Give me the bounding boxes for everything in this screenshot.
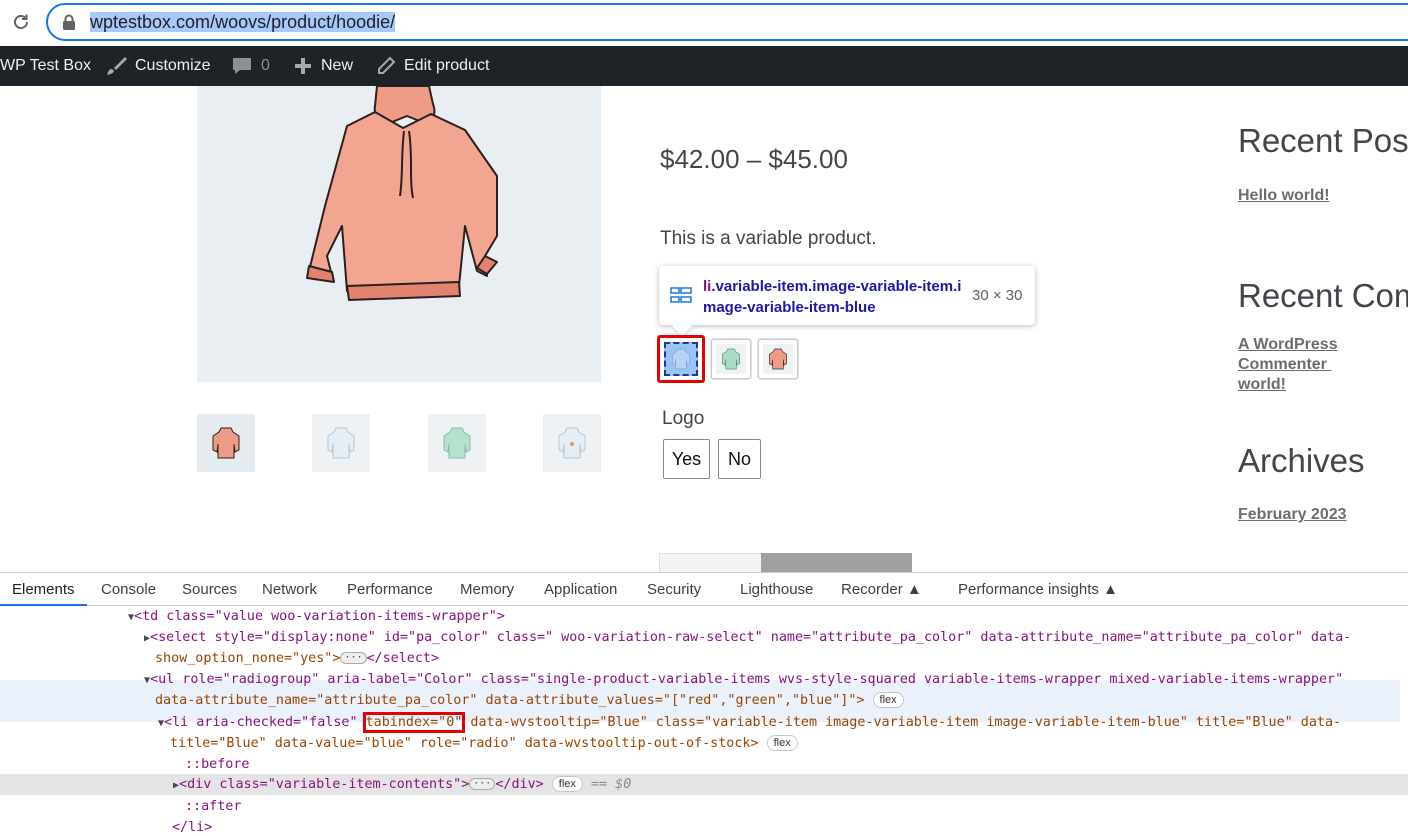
dom-node-ul[interactable]: ▼<ul role="radiogroup" aria-label="Color… [144, 669, 1343, 690]
tabindex-attribute-highlight: tabindex="0" [362, 712, 466, 733]
tab-memory[interactable]: Memory [460, 573, 514, 606]
flex-layout-icon [670, 287, 692, 308]
color-swatch-blue[interactable] [657, 335, 705, 383]
recent-post-link[interactable]: Hello world! [1238, 186, 1330, 206]
hoodie-blue-icon [327, 427, 355, 459]
tab-performance-insights[interactable]: Performance insights ▲ [958, 573, 1118, 606]
quantity-input[interactable] [659, 553, 772, 572]
gallery-thumb-blue[interactable] [312, 414, 370, 472]
archives-title: Archives [1238, 442, 1365, 479]
reload-icon[interactable] [8, 9, 34, 35]
devtools-panel: Elements Console Sources Network Perform… [0, 572, 1408, 836]
archive-link[interactable]: February 2023 [1238, 505, 1347, 525]
product-main-image[interactable] [197, 86, 601, 382]
dom-node-li-close[interactable]: </li> [172, 817, 212, 836]
dom-node-select-cont: show_option_none="yes"> ··· </select> [155, 651, 440, 666]
product-description: This is a variable product. [660, 228, 877, 249]
admin-bar-edit-product[interactable]: Edit product [376, 46, 489, 86]
tab-lighthouse[interactable]: Lighthouse [740, 573, 813, 606]
browser-toolbar: wptestbox.com/woovs/product/hoodie/ [0, 0, 1408, 46]
tab-network[interactable]: Network [262, 573, 317, 606]
logo-attribute-label: Logo [662, 408, 705, 429]
logo-yes-button[interactable]: Yes [663, 439, 710, 479]
dom-node-li-cont: title="Blue" data-value="blue" role="rad… [170, 733, 798, 754]
url-text: wptestbox.com/woovs/product/hoodie/ [90, 12, 396, 32]
dom-node-ul-cont: data-attribute_name="attribute_pa_color"… [155, 690, 904, 711]
dom-tree: ▼<td class="value woo-variation-items-wr… [0, 606, 1408, 836]
pencil-icon [378, 56, 396, 74]
gallery-thumb-green[interactable] [428, 414, 486, 472]
brush-icon [107, 57, 127, 75]
recent-posts-title: Recent Posts [1238, 122, 1408, 159]
dom-node-div[interactable]: ▶<div class="variable-item-contents"> ···… [173, 774, 631, 795]
dom-node-td[interactable]: ▼<td class="value woo-variation-items-wr… [128, 606, 505, 627]
comment-icon [233, 58, 251, 74]
flask-icon: ▲ [906, 581, 922, 598]
tab-elements[interactable]: Elements [0, 573, 87, 606]
tab-recorder[interactable]: Recorder ▲ [841, 573, 922, 606]
tab-sources[interactable]: Sources [182, 573, 237, 606]
gallery-thumb-red[interactable] [197, 414, 255, 472]
hoodie-red-icon [212, 427, 240, 459]
recent-comments-title: Recent Comments [1238, 277, 1408, 314]
dom-pseudo-before[interactable]: ::before [185, 754, 250, 775]
product-price: $42.00 – $45.00 [660, 144, 848, 174]
hoodie-blue-swatch-icon [672, 348, 690, 370]
add-to-cart-button[interactable] [761, 553, 912, 572]
admin-bar-comments[interactable]: 0 [231, 46, 270, 86]
hoodie-blue-logo-icon [558, 427, 586, 459]
dollar-zero-marker: == $0 [590, 777, 632, 792]
inspect-selector: li.variable-item.image-variable-item.ima… [703, 278, 962, 316]
flex-badge[interactable]: flex [766, 735, 798, 751]
flex-badge[interactable]: flex [551, 776, 583, 792]
logo-no-button[interactable]: No [718, 439, 761, 479]
tab-security[interactable]: Security [647, 573, 701, 606]
dom-node-select[interactable]: ▶<select style="display:none" id="pa_col… [144, 627, 1351, 648]
tab-application[interactable]: Application [544, 573, 617, 606]
wp-admin-bar: WP Test Box Customize 0 New Edit product [0, 46, 1408, 86]
color-swatch-red[interactable] [758, 339, 798, 379]
ellipsis-badge[interactable]: ··· [340, 652, 367, 664]
flex-badge[interactable]: flex [872, 692, 904, 708]
dom-pseudo-after[interactable]: ::after [185, 796, 241, 817]
admin-bar-site-name[interactable]: WP Test Box [0, 46, 91, 86]
lock-icon [62, 14, 76, 35]
ellipsis-badge[interactable]: ··· [469, 778, 496, 790]
color-swatch-green[interactable] [711, 339, 751, 379]
dom-node-li[interactable]: ▼<li aria-checked="false" tabindex="0" d… [158, 712, 1341, 733]
plus-icon [295, 58, 311, 74]
gallery-thumb-blue-logo[interactable] [543, 414, 601, 472]
admin-bar-new[interactable]: New [293, 46, 353, 86]
hoodie-red-swatch-icon [769, 348, 787, 370]
address-bar[interactable]: wptestbox.com/woovs/product/hoodie/ [46, 3, 1408, 41]
recent-comment-link[interactable]: A WordPress Commenter on Helloworld! [1238, 335, 1408, 395]
inspect-element-tooltip: li.variable-item.image-variable-item.ima… [659, 266, 1035, 325]
product-page: $42.00 – $45.00 This is a variable produ… [0, 86, 1408, 572]
admin-bar-customize[interactable]: Customize [105, 46, 211, 86]
inspect-size: 30 × 30 [972, 287, 1023, 304]
hoodie-illustration [306, 86, 498, 301]
hoodie-green-swatch-icon [722, 348, 740, 370]
devtools-tabbar: Elements Console Sources Network Perform… [0, 573, 1408, 606]
tab-console[interactable]: Console [101, 573, 156, 606]
hoodie-green-icon [443, 427, 471, 459]
tab-performance[interactable]: Performance [347, 573, 433, 606]
flask-icon: ▲ [1103, 581, 1118, 598]
